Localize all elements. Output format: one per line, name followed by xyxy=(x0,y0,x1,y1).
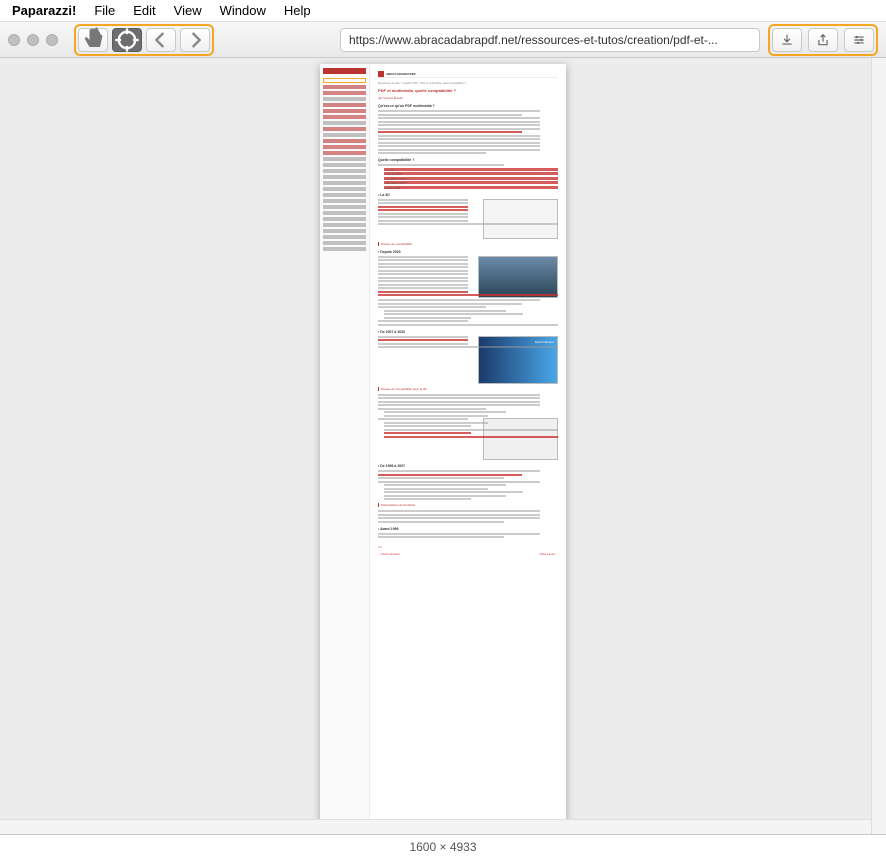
compat-tagline-3d: Niveau de compatibilité pour la 3D xyxy=(378,387,558,391)
sidebar-item xyxy=(323,157,366,161)
breadcrumb: Ressources & tutos > Création PDF > PDF … xyxy=(378,82,558,85)
sidebar-item xyxy=(323,85,366,89)
sidebar-item xyxy=(323,115,366,119)
dimensions-label: 1600 × 4933 xyxy=(409,840,476,854)
url-field[interactable]: https://www.abracadabrapdf.net/ressource… xyxy=(340,28,760,52)
toc-item: - de 1996 à 2007 xyxy=(384,181,558,184)
heading-avant: • Avant 1996 xyxy=(378,527,558,531)
portfolio-tagline: Particularités de PortFolio xyxy=(378,503,558,507)
chevron-left-icon xyxy=(147,26,175,54)
toc-item: - de 2007 à 2020 xyxy=(384,177,558,180)
share-button[interactable] xyxy=(808,28,838,52)
compat-tagline: Niveau de compatibilité xyxy=(378,242,558,246)
crosshair-icon xyxy=(113,26,141,54)
sidebar-item xyxy=(323,121,366,125)
toolbar: https://www.abracadabrapdf.net/ressource… xyxy=(0,22,886,58)
forward-button[interactable] xyxy=(180,28,210,52)
chevron-right-icon xyxy=(181,26,209,54)
sidebar-item xyxy=(323,247,366,251)
brand-icon xyxy=(378,71,384,77)
sidebar-highlight xyxy=(323,78,366,83)
sidebar-item xyxy=(323,241,366,245)
close-window-button[interactable] xyxy=(8,34,20,46)
heading-intro: Qu'est-ce qu'un PDF multimédia ? xyxy=(378,104,558,108)
sidebar-item xyxy=(323,211,366,215)
sidebar-item xyxy=(323,151,366,155)
figure-3d-drawing xyxy=(483,199,558,239)
menubar: Paparazzi! File Edit View Window Help xyxy=(0,0,886,22)
heading-2007: • De 2007 à 2020 xyxy=(378,330,558,334)
horizontal-scrollbar[interactable] xyxy=(0,819,871,834)
action-group xyxy=(768,24,878,56)
heading-compat: Quelle compatibilité ? xyxy=(378,158,558,162)
share-icon-small: ♥ 0 xyxy=(378,546,558,549)
menu-file[interactable]: File xyxy=(94,3,115,18)
author-link: par Vincent Bouda xyxy=(378,96,558,100)
site-name: ABRACADABRAPDF xyxy=(386,72,416,76)
toc-item: - avant 1996 xyxy=(384,186,558,189)
sidebar-item xyxy=(323,229,366,233)
sidebar-item xyxy=(323,133,366,137)
vertical-scrollbar[interactable] xyxy=(871,58,886,834)
sidebar-item xyxy=(323,127,366,131)
page-title: PDF et multimédia, quelle compatibilité … xyxy=(378,88,558,93)
prev-article-link: ← Article précédent xyxy=(378,553,400,556)
sliders-icon xyxy=(852,33,866,47)
toc-item: - depuis 2020 xyxy=(384,172,558,175)
app-name[interactable]: Paparazzi! xyxy=(12,3,76,18)
sidebar-item xyxy=(323,169,366,173)
page-header: ABRACADABRAPDF xyxy=(378,70,558,78)
heading-1996: • De 1996 à 2007 xyxy=(378,464,558,468)
minimize-window-button[interactable] xyxy=(27,34,39,46)
figure-isometric xyxy=(483,418,558,460)
figure-gilmour: David Gilmour xyxy=(478,336,558,384)
heading-2020: • Depuis 2020 xyxy=(378,250,558,254)
sidebar-item xyxy=(323,103,366,107)
heading-3d: • La 3D xyxy=(378,193,558,197)
share-icon xyxy=(816,33,830,47)
sidebar-item xyxy=(323,175,366,179)
sidebar-item xyxy=(323,205,366,209)
sidebar-item xyxy=(323,97,366,101)
page-content: ABRACADABRAPDF Ressources & tutos > Créa… xyxy=(370,64,566,832)
menu-help[interactable]: Help xyxy=(284,3,311,18)
download-button[interactable] xyxy=(772,28,802,52)
sidebar-item xyxy=(323,235,366,239)
sidebar-item xyxy=(323,199,366,203)
download-icon xyxy=(780,33,794,47)
sidebar-item xyxy=(323,145,366,149)
sidebar-item xyxy=(323,193,366,197)
sidebar-item xyxy=(323,163,366,167)
sidebar-item xyxy=(323,223,366,227)
capture-tool-group xyxy=(74,24,214,56)
settings-button[interactable] xyxy=(844,28,874,52)
sidebar-item xyxy=(323,187,366,191)
statusbar: 1600 × 4933 xyxy=(0,834,886,858)
page-sidebar xyxy=(320,64,370,832)
menu-view[interactable]: View xyxy=(174,3,202,18)
hand-icon xyxy=(79,26,107,54)
sidebar-item xyxy=(323,181,366,185)
preview-canvas[interactable]: ABRACADABRAPDF Ressources & tutos > Créa… xyxy=(0,58,886,834)
zoom-window-button[interactable] xyxy=(46,34,58,46)
menu-window[interactable]: Window xyxy=(220,3,266,18)
sidebar-item xyxy=(323,217,366,221)
sidebar-item xyxy=(323,91,366,95)
url-text: https://www.abracadabrapdf.net/ressource… xyxy=(349,33,718,47)
figure-badge: David Gilmour xyxy=(535,340,554,344)
menu-edit[interactable]: Edit xyxy=(133,3,155,18)
window-controls xyxy=(8,34,58,46)
figure-video-thumb xyxy=(478,256,558,298)
sidebar-item xyxy=(323,109,366,113)
back-button[interactable] xyxy=(146,28,176,52)
captured-page: ABRACADABRAPDF Ressources & tutos > Créa… xyxy=(320,64,566,832)
toc-item: - La 3D xyxy=(384,168,558,171)
sidebar-logo xyxy=(323,68,366,74)
next-article-link: Article suivant → xyxy=(539,553,558,556)
sidebar-item xyxy=(323,139,366,143)
hand-tool-button[interactable] xyxy=(78,28,108,52)
crosshair-tool-button[interactable] xyxy=(112,28,142,52)
